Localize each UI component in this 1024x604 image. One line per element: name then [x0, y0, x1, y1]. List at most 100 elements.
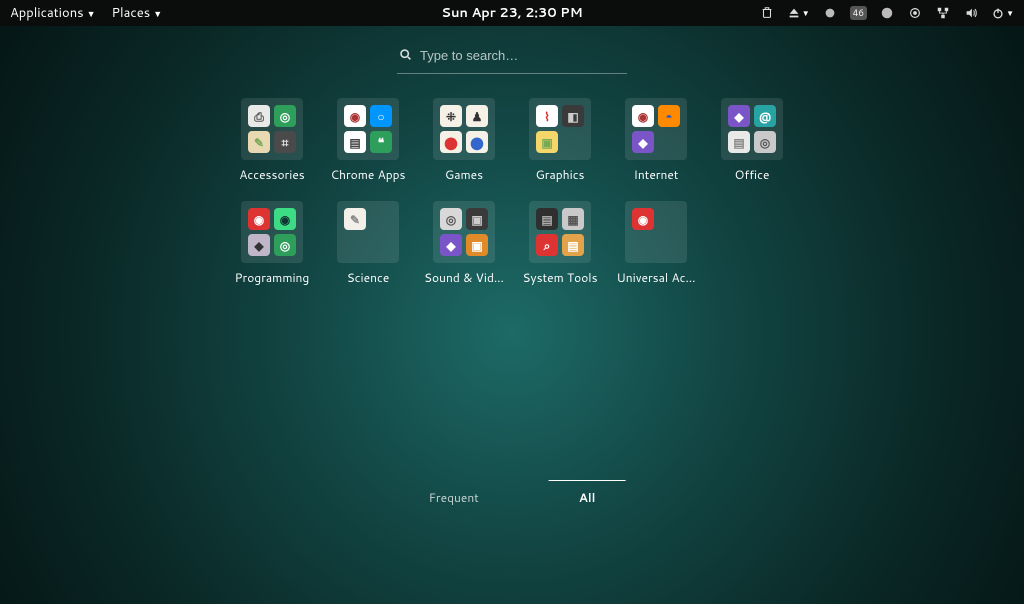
app-folder-label: Internet — [614, 166, 698, 183]
folder-icon: ◆@▤◎ — [721, 98, 783, 160]
green2-icon: ◎ — [274, 234, 296, 256]
chevron-down-icon: ▼ — [87, 7, 96, 20]
updater-icon[interactable] — [907, 5, 923, 21]
purple-icon: ◆ — [632, 131, 654, 153]
disk-icon: ◎ — [754, 131, 776, 153]
dice-icon: ⁜ — [440, 105, 462, 127]
app-folder-label: Accessories — [230, 166, 314, 183]
app-folder-label: Science — [326, 269, 410, 286]
folder-icon: ⌇◧▣ — [529, 98, 591, 160]
pdf-icon: ⌇ — [536, 105, 558, 127]
app-folder-label: Sound & Vid… — [422, 269, 506, 286]
folder-icon: ◉◓◆ — [625, 98, 687, 160]
weather-icon[interactable] — [822, 5, 838, 21]
tab-all[interactable]: All — [549, 480, 626, 514]
folder-icon: ▤ — [562, 234, 584, 256]
application-grid: ⎙◎✎⌗Accessories◉○▤❝Chrome Apps⁜♟⬤⬤Games⌇… — [230, 98, 794, 286]
blank-icon — [632, 234, 654, 256]
doc-icon: ▤ — [728, 131, 750, 153]
image-icon: ▣ — [536, 131, 558, 153]
eject-icon[interactable]: ▼ — [787, 5, 810, 21]
top-panel-left: Applications ▼ Places ▼ — [10, 4, 162, 22]
box-icon: ▦ — [562, 208, 584, 230]
power-icon[interactable]: ▼ — [991, 5, 1014, 21]
app-folder-chrome-apps[interactable]: ◉○▤❝ Chrome Apps — [326, 98, 410, 183]
red-icon: ◉ — [248, 208, 270, 230]
at-icon: @ — [754, 105, 776, 127]
view-tabs: Frequent All — [399, 480, 626, 514]
dark-icon: ▤ — [536, 208, 558, 230]
app-folder-system-tools[interactable]: ▤▦⌕▤System Tools — [518, 201, 602, 286]
chess-icon: ♟ — [466, 105, 488, 127]
calculator-icon: ⌗ — [274, 131, 296, 153]
app-folder-label: System Tools — [518, 269, 602, 286]
docs-icon: ▤ — [344, 131, 366, 153]
app-folder-label: Programming — [230, 269, 314, 286]
app-folder-programming[interactable]: ◉◉◆◎Programming — [230, 201, 314, 286]
unity-icon: ◆ — [248, 234, 270, 256]
blank-icon — [658, 234, 680, 256]
app-folder-science[interactable]: ✎ Science — [326, 201, 410, 286]
places-label: Places — [112, 4, 151, 22]
trash-icon[interactable] — [759, 5, 775, 21]
cam-icon: ▣ — [466, 208, 488, 230]
doc2-icon: ✎ — [344, 208, 366, 230]
purple3-icon: ◆ — [440, 234, 462, 256]
app-folder-graphics[interactable]: ⌇◧▣ Graphics — [518, 98, 602, 183]
printer-icon: ⎙ — [248, 105, 270, 127]
network-icon[interactable] — [935, 5, 951, 21]
blank-icon — [370, 234, 392, 256]
blank-icon — [344, 234, 366, 256]
places-menu[interactable]: Places ▼ — [112, 4, 163, 22]
clock[interactable]: Sun Apr 23, 2:30 PM — [441, 4, 582, 22]
folder-icon: ◎▣◆▣ — [433, 201, 495, 263]
folder-icon: ◉○▤❝ — [337, 98, 399, 160]
red2-icon: ⌕ — [536, 234, 558, 256]
applications-menu[interactable]: Applications ▼ — [10, 4, 96, 22]
applications-label: Applications — [10, 4, 84, 22]
chrome-icon: ◉ — [344, 105, 366, 127]
folder-icon: ⎙◎✎⌗ — [241, 98, 303, 160]
top-panel-right: ▼ 46 ▼ — [759, 5, 1014, 21]
battery-badge[interactable]: 46 — [850, 6, 867, 20]
tab-frequent[interactable]: Frequent — [399, 481, 509, 514]
hangouts-icon: ❝ — [370, 131, 392, 153]
camera2-icon: ◧ — [562, 105, 584, 127]
folder-icon: ◉ — [625, 201, 687, 263]
chrome2-icon: ◉ — [632, 105, 654, 127]
search-bar[interactable] — [397, 40, 627, 74]
blank-icon — [658, 208, 680, 230]
app-folder-internet[interactable]: ◉◓◆ Internet — [614, 98, 698, 183]
android-icon: ◉ — [274, 208, 296, 230]
camera-icon: ○ — [370, 105, 392, 127]
search-icon — [399, 44, 412, 67]
purple2-icon: ◆ — [728, 105, 750, 127]
firefox-icon: ◓ — [658, 105, 680, 127]
blank-icon — [370, 208, 392, 230]
app-folder-games[interactable]: ⁜♟⬤⬤ Games — [422, 98, 506, 183]
orange-icon: ▣ — [466, 234, 488, 256]
app-folder-label: Graphics — [518, 166, 602, 183]
search-input[interactable] — [420, 48, 625, 63]
red3-icon: ◉ — [632, 208, 654, 230]
folder-icon: ▤▦⌕▤ — [529, 201, 591, 263]
blank-icon — [562, 131, 584, 153]
disc-icon: ◎ — [440, 208, 462, 230]
user-icon[interactable] — [879, 5, 895, 21]
app-folder-label: Chrome Apps — [326, 166, 410, 183]
app-folder-office[interactable]: ◆@▤◎Office — [710, 98, 794, 183]
app-folder-accessories[interactable]: ⎙◎✎⌗ Accessories — [230, 98, 314, 183]
folder-icon: ⁜♟⬤⬤ — [433, 98, 495, 160]
folder-icon: ✎ — [337, 201, 399, 263]
app-folder-universal-ac[interactable]: ◉ Universal Ac… — [614, 201, 698, 286]
blank-icon — [658, 131, 680, 153]
app-folder-label: Universal Ac… — [614, 269, 698, 286]
volume-icon[interactable] — [963, 5, 979, 21]
chevron-down-icon: ▼ — [153, 7, 162, 20]
app-folder-sound-vid[interactable]: ◎▣◆▣ Sound & Vid… — [422, 201, 506, 286]
top-panel: Applications ▼ Places ▼ Sun Apr 23, 2:30… — [0, 0, 1024, 26]
ball-icon: ⬤ — [440, 131, 462, 153]
app-folder-label: Games — [422, 166, 506, 183]
folder-icon: ◉◉◆◎ — [241, 201, 303, 263]
green-round-icon: ◎ — [274, 105, 296, 127]
